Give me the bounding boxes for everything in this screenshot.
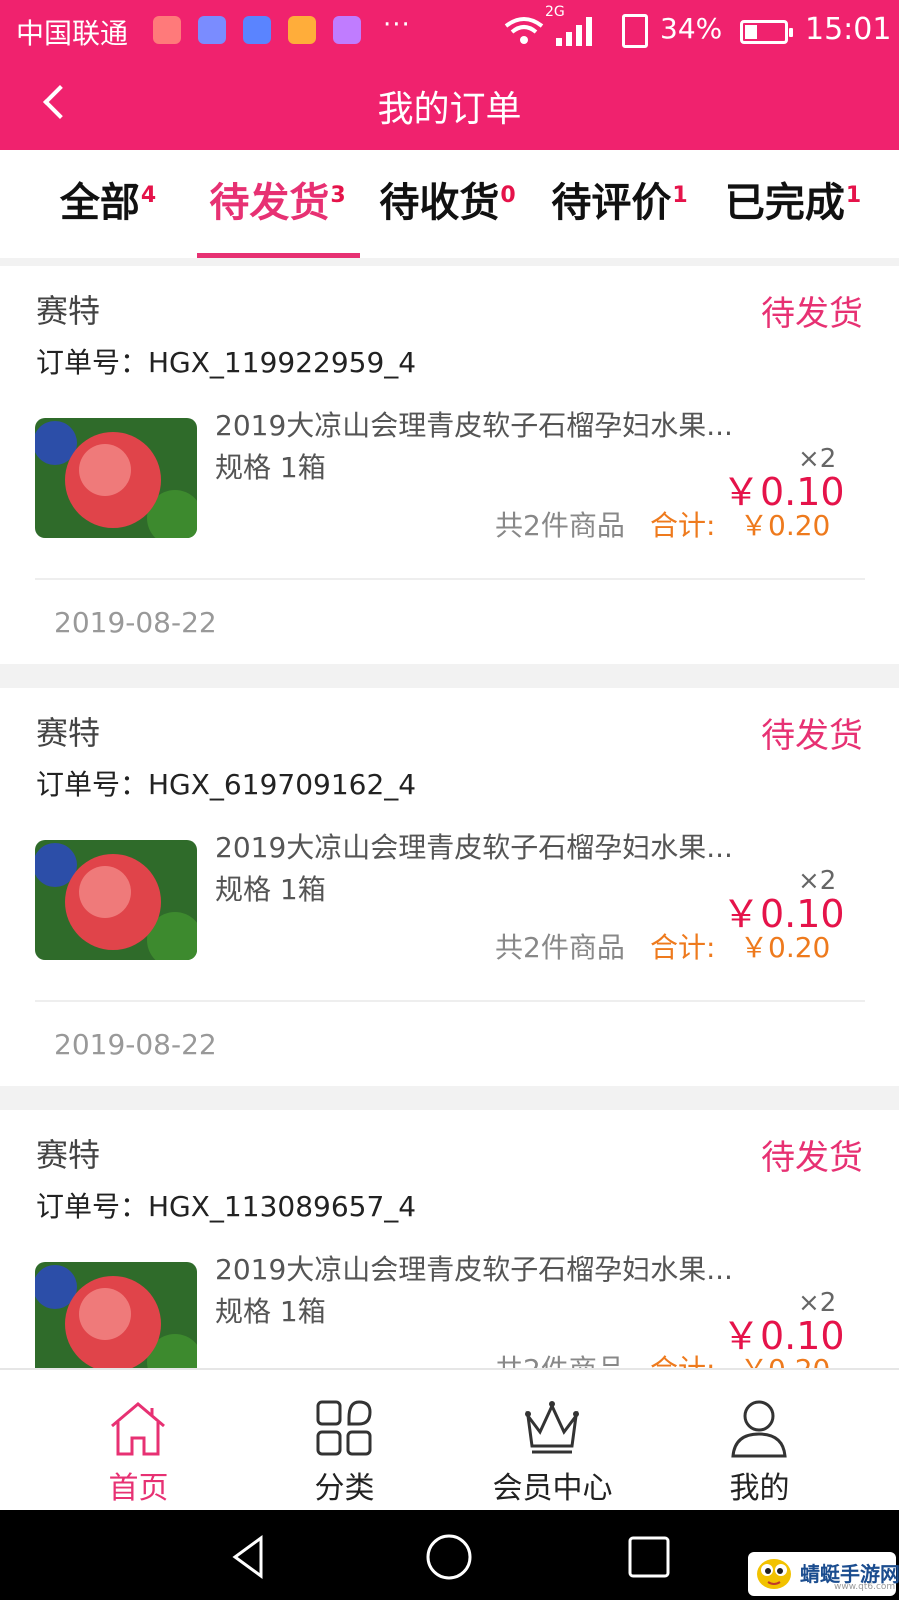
- carrier-label: 中国联通: [16, 17, 129, 50]
- page-title: 我的订单: [377, 89, 522, 130]
- home-circle-icon[interactable]: [424, 1532, 474, 1582]
- nav-label: 分类: [314, 1471, 375, 1506]
- tab-completed[interactable]: 已完成1: [708, 170, 878, 258]
- product-name[interactable]: 2019大凉山会理青皮软子石榴孕妇水果...: [215, 404, 733, 444]
- item-count: 共2件商品: [495, 931, 625, 964]
- product-spec: 规格 1箱: [215, 873, 326, 906]
- nav-home[interactable]: 首页: [26, 1370, 251, 1512]
- total-label: 合计:: [650, 931, 716, 964]
- user-icon: [731, 1400, 787, 1458]
- network-type-label: 2G: [545, 4, 565, 20]
- tab-pending-shipment[interactable]: 待发货3: [195, 170, 360, 258]
- product-spec: 规格 1箱: [215, 451, 326, 484]
- total-label: 合计:: [650, 1348, 715, 1368]
- order-card[interactable]: 赛特 待发货 订单号：HGX_113089657_4 2019大凉山会理青皮软子…: [0, 1110, 899, 1368]
- product-thumbnail[interactable]: [35, 418, 197, 538]
- order-total: ￥0.20: [740, 509, 831, 542]
- product-thumbnail[interactable]: [35, 840, 197, 960]
- battery-percent: 34%: [660, 12, 723, 45]
- nav-member-center[interactable]: 会员中心: [440, 1370, 665, 1512]
- shop-name[interactable]: 赛特: [36, 708, 100, 754]
- tab-label: 待评价: [551, 180, 672, 226]
- item-count: 共2件商品: [495, 1348, 625, 1368]
- order-total: ￥0.20: [740, 931, 831, 964]
- battery-icon: [740, 20, 793, 44]
- order-card[interactable]: 赛特 待发货 订单号：HGX_119922959_4 2019大凉山会理青皮软子…: [0, 266, 899, 664]
- crown-icon: [525, 1401, 579, 1454]
- order-status: 待发货: [761, 294, 863, 334]
- shop-name[interactable]: 赛特: [36, 286, 100, 332]
- tab-count-badge: 1: [672, 182, 688, 208]
- order-status: 待发货: [761, 1138, 863, 1178]
- tab-count-badge: 1: [845, 182, 862, 208]
- active-tab-indicator: [197, 253, 360, 258]
- recents-square-icon[interactable]: [624, 1532, 674, 1582]
- category-icon: [316, 1400, 372, 1456]
- tab-all[interactable]: 全部4: [28, 170, 188, 258]
- watermark-logo: 蜻蜓手游网 www.qt6.com: [748, 1552, 899, 1596]
- total-label: 合计:: [650, 509, 716, 542]
- status-clock: 15:01: [805, 12, 892, 47]
- nav-label: 我的: [729, 1471, 790, 1506]
- back-triangle-icon[interactable]: [225, 1532, 275, 1582]
- sim-card-icon: [622, 14, 648, 48]
- pomegranate-image-icon: [35, 840, 197, 960]
- tab-count-badge: 3: [330, 182, 346, 208]
- tab-label: 全部: [59, 180, 140, 226]
- order-number: 订单号：HGX_119922959_4: [36, 346, 417, 379]
- tab-label: 待发货: [209, 180, 330, 226]
- more-notifications-icon: ···: [383, 10, 411, 40]
- screen: 中国联通 ··· 2G 34% 15:01 我的订单 全部4 待发货3 待收货0…: [0, 0, 899, 1600]
- divider: [35, 578, 865, 580]
- product-spec: 规格 1箱: [215, 1295, 326, 1328]
- home-icon: [111, 1402, 165, 1456]
- product-name[interactable]: 2019大凉山会理青皮软子石榴孕妇水果...: [215, 826, 733, 866]
- nav-label: 会员中心: [492, 1471, 613, 1506]
- tab-count-badge: 0: [500, 182, 516, 208]
- order-card[interactable]: 赛特 待发货 订单号：HGX_619709162_4 2019大凉山会理青皮软子…: [0, 688, 899, 1086]
- order-number: 订单号：HGX_619709162_4: [36, 768, 417, 801]
- shop-name[interactable]: 赛特: [36, 1130, 100, 1176]
- shop-notification-icon: [288, 16, 316, 44]
- tab-count-badge: 4: [140, 182, 157, 208]
- dragonfly-logo-icon: [757, 1559, 791, 1589]
- status-bar: 中国联通 ··· 2G 34% 15:01: [0, 0, 899, 62]
- nav-category[interactable]: 分类: [232, 1370, 457, 1512]
- order-total: ￥0.20: [740, 1348, 830, 1368]
- order-date: 2019-08-22: [54, 606, 217, 639]
- order-number: 订单号：HGX_113089657_4: [36, 1190, 417, 1223]
- order-tabs: 全部4 待发货3 待收货0 待评价1 已完成1: [0, 150, 899, 258]
- tab-pending-review[interactable]: 待评价1: [537, 170, 702, 258]
- watermark-url: www.qt6.com: [834, 1582, 896, 1592]
- gallery-notification-icon: [333, 16, 361, 44]
- tab-pending-receipt[interactable]: 待收货0: [365, 170, 530, 258]
- pomegranate-image-icon: [35, 1262, 197, 1368]
- tab-label: 待收货: [379, 180, 500, 226]
- nav-label: 首页: [108, 1471, 169, 1506]
- tab-label: 已完成: [724, 180, 845, 226]
- product-thumbnail[interactable]: [35, 1262, 197, 1368]
- nav-mine[interactable]: 我的: [647, 1370, 872, 1512]
- video-notification-icon: [243, 16, 271, 44]
- divider: [35, 1000, 865, 1002]
- message-notification-icon: [198, 16, 226, 44]
- product-name[interactable]: 2019大凉山会理青皮软子石榴孕妇水果...: [215, 1248, 733, 1288]
- order-status: 待发货: [761, 716, 863, 756]
- pomegranate-image-icon: [35, 418, 197, 538]
- order-date: 2019-08-22: [54, 1028, 217, 1061]
- bottom-nav: 首页 分类 会员中心 我的: [0, 1368, 899, 1510]
- item-count: 共2件商品: [495, 509, 625, 542]
- app-header-bar: 中国联通 ··· 2G 34% 15:01 我的订单: [0, 0, 899, 150]
- app-notification-icon: [153, 16, 181, 44]
